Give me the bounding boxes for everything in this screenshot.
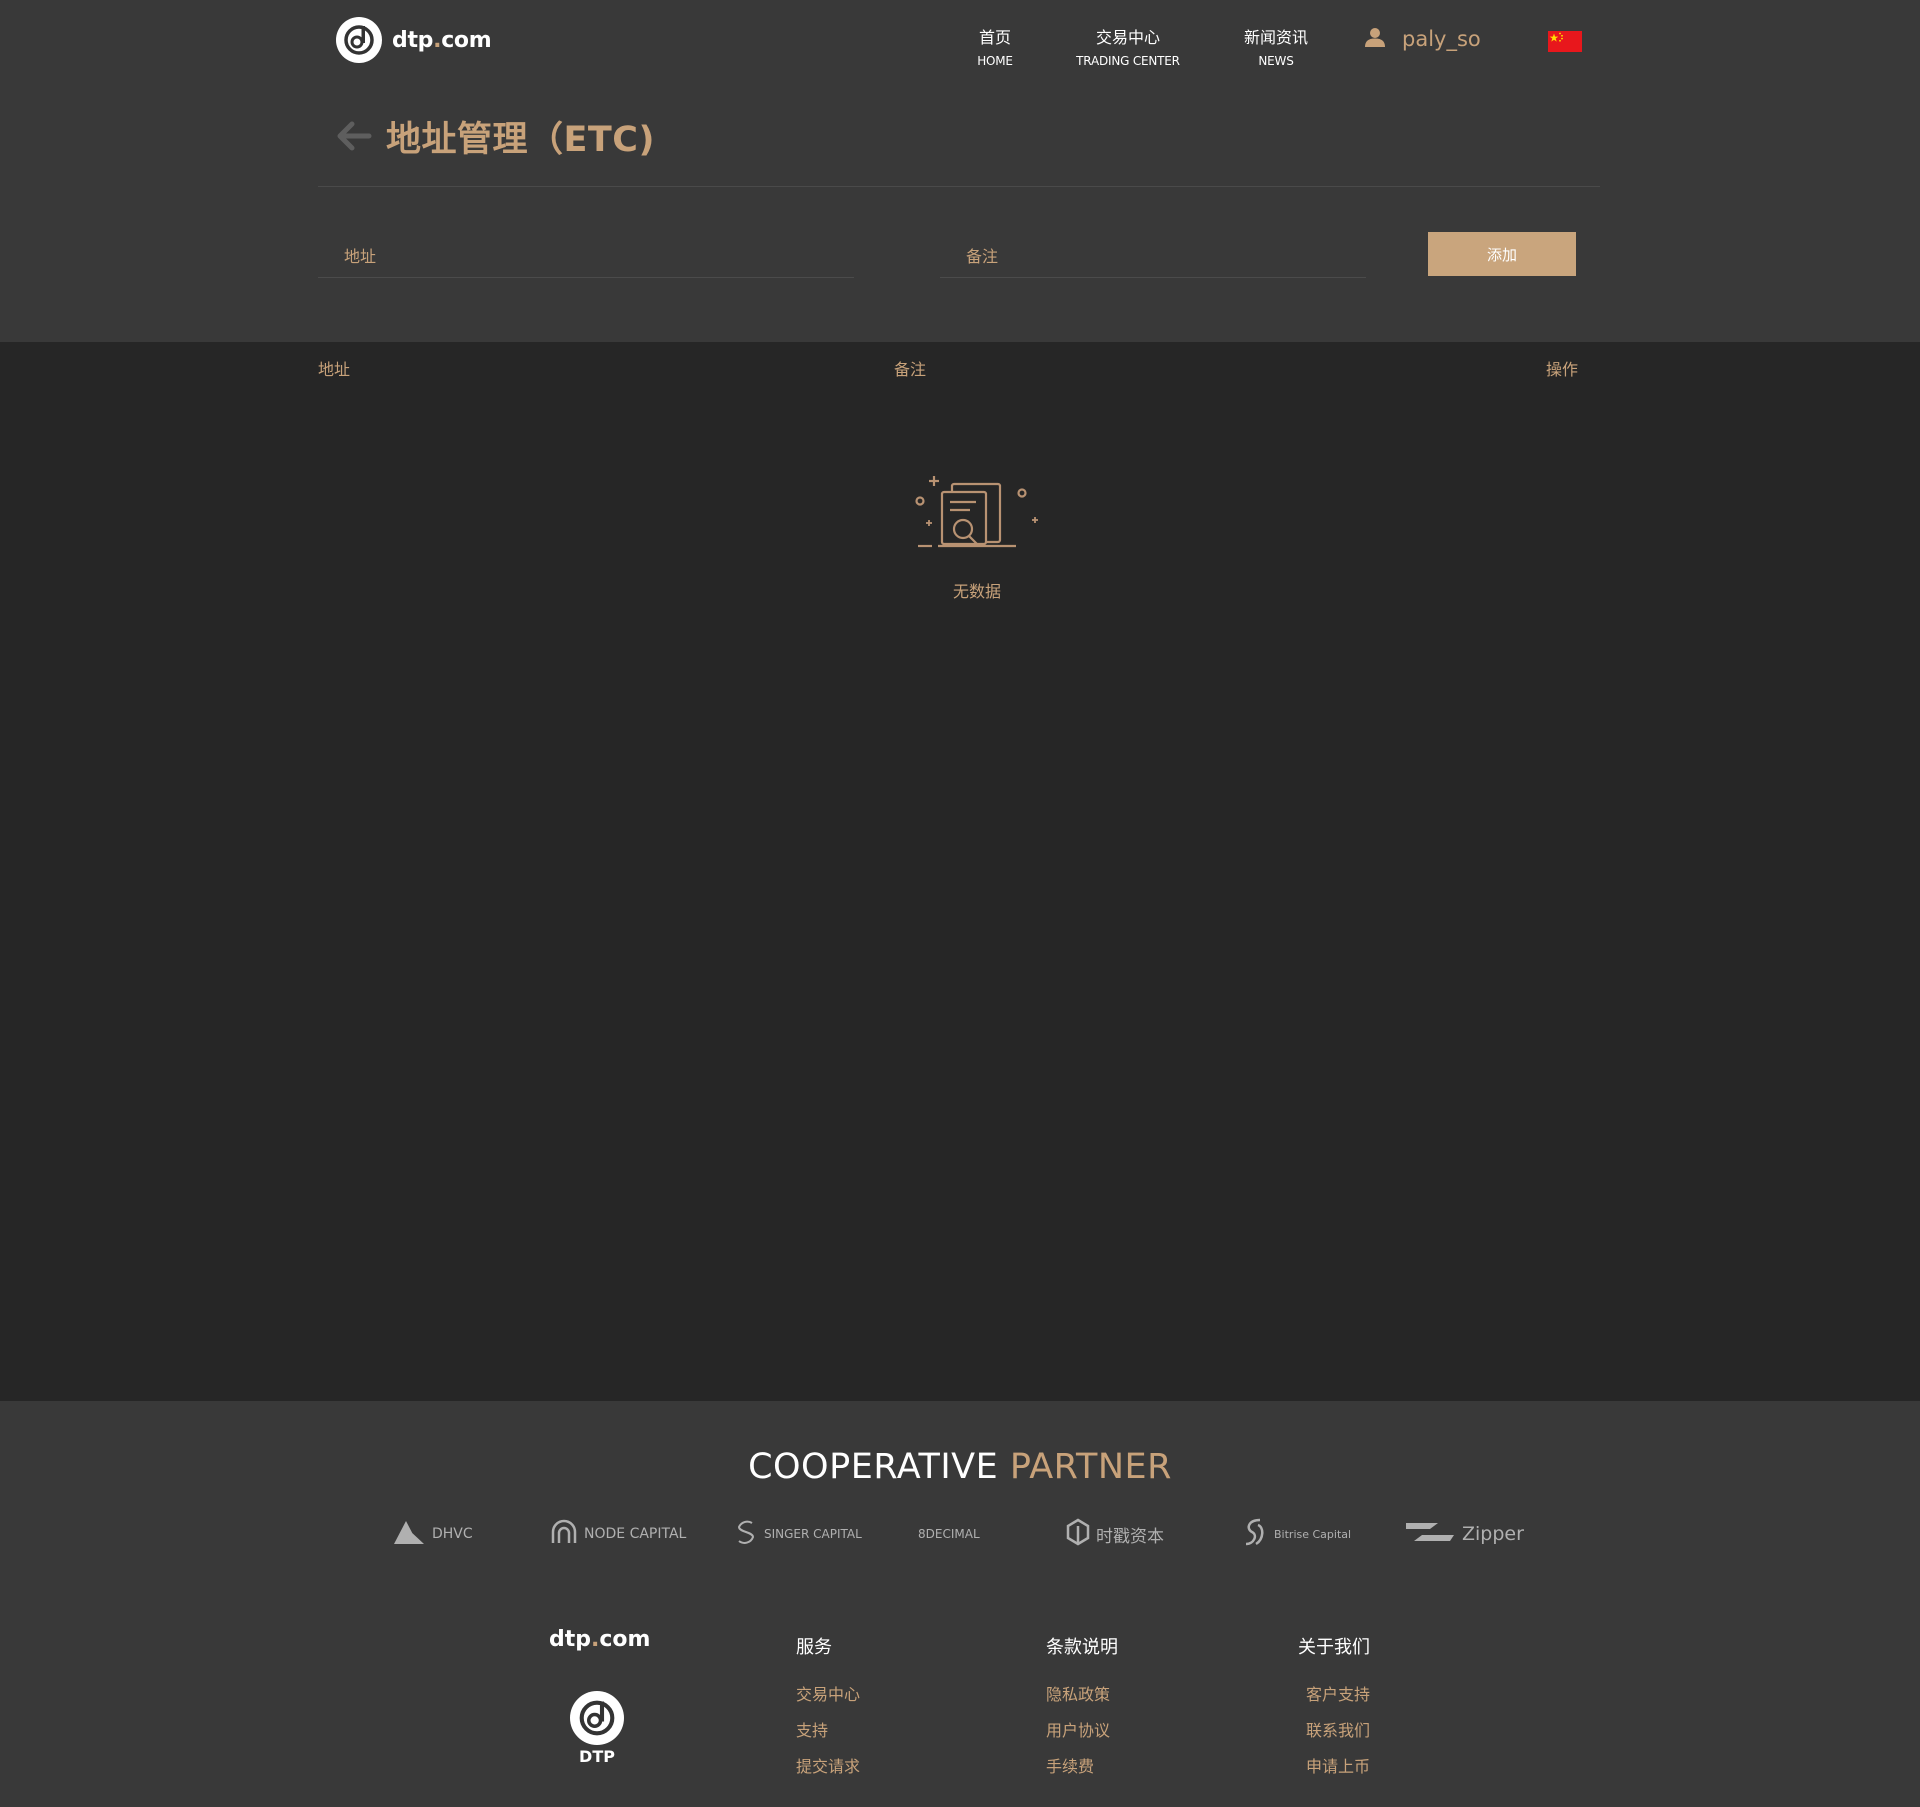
user-icon [1364, 26, 1386, 52]
partner-name: 时戳资本 [1096, 1526, 1164, 1547]
footer-column-title: 关于我们 [1298, 1637, 1370, 1658]
timestamp-capital-icon [1066, 1518, 1090, 1550]
footer-column-service: 服务 交易中心 支持 提交请求 [796, 1633, 860, 1792]
footer-link-apply-listing[interactable]: 申请上币 [1298, 1756, 1370, 1778]
nav-home-label: 首页 [978, 28, 1011, 47]
remark-field [940, 236, 1366, 278]
column-header-remark: 备注 [894, 360, 927, 379]
logo-text-post: com [441, 27, 492, 53]
partner-logo-singer-capital[interactable]: SINGER CAPITAL [734, 1514, 862, 1554]
logo-text: dtp.com [392, 27, 492, 53]
empty-text: 无数据 [952, 582, 1001, 601]
partner-name: Zipper [1462, 1523, 1524, 1545]
site-logo[interactable]: dtp.com [336, 16, 492, 64]
page-title: 地址管理（ETC) [386, 119, 655, 160]
nav-trading-center-label: 交易中心 [1095, 28, 1160, 47]
nav-home[interactable]: 首页 HOME [966, 24, 1024, 68]
dtp-logo-icon [336, 17, 382, 63]
nav-news-sublabel: NEWS [1258, 54, 1294, 68]
footer-logo-text[interactable]: dtp.com [549, 1627, 650, 1652]
footer-link-user-agreement[interactable]: 用户协议 [1046, 1720, 1118, 1742]
footer-link-trading-center[interactable]: 交易中心 [796, 1684, 860, 1706]
partner-name: DHVC [432, 1526, 473, 1542]
footer-logo-text-pre: dtp [549, 1627, 592, 1652]
partner-title-part2: PARTNER [1009, 1447, 1172, 1487]
add-button[interactable]: 添加 [1428, 232, 1576, 276]
partner-name: NODE CAPITAL [584, 1526, 687, 1542]
partner-logo-bitrise-capital[interactable]: Bitrise Capital [1242, 1514, 1351, 1554]
partner-name: SINGER CAPITAL [764, 1527, 862, 1541]
partner-title-part1: COOPERATIVE [748, 1447, 999, 1487]
nav-trading-center-sublabel: TRADING CENTER [1076, 54, 1180, 68]
partner-logo-zipper[interactable]: Zipper [1404, 1514, 1524, 1554]
footer-logo-text-post: com [599, 1627, 651, 1652]
bitrise-capital-icon [1242, 1517, 1268, 1551]
column-header-action: 操作 [1546, 360, 1579, 379]
footer-column-title: 服务 [796, 1637, 832, 1658]
logo-text-pre: dtp [392, 27, 434, 53]
user-menu[interactable]: paly_so [1364, 24, 1481, 54]
partner-name: 8DECIMAL [918, 1527, 980, 1541]
nav-home-sublabel: HOME [977, 54, 1013, 68]
nav-news-label: 新闻资讯 [1243, 28, 1308, 47]
footer-column-terms: 条款说明 隐私政策 用户协议 手续费 [1046, 1633, 1118, 1792]
footer-link-contact-us[interactable]: 联系我们 [1298, 1720, 1370, 1742]
partner-name: Bitrise Capital [1274, 1527, 1352, 1541]
address-field [318, 236, 854, 278]
partner-logo-dhvc[interactable]: DHVC [392, 1514, 473, 1554]
footer-column-title: 条款说明 [1046, 1637, 1118, 1658]
footer-column-about: 关于我们 客户支持 联系我们 申请上币 [1298, 1633, 1370, 1792]
empty-state: 无数据 [900, 470, 1054, 601]
dhvc-icon [392, 1518, 426, 1550]
partner-title: COOPERATIVE PARTNER [0, 1447, 1920, 1487]
back-arrow-icon[interactable] [336, 121, 372, 151]
footer-link-submit-request[interactable]: 提交请求 [796, 1756, 860, 1778]
logo-text-dot: . [433, 27, 442, 53]
user-name: paly_so [1402, 27, 1481, 51]
top-panel: dtp.com 首页 HOME 交易中心 TRADING CENTER 新闻资讯… [0, 0, 1920, 342]
partner-logo-node-capital[interactable]: NODE CAPITAL [550, 1514, 686, 1554]
footer-link-privacy-policy[interactable]: 隐私政策 [1046, 1684, 1118, 1706]
partner-logo-8decimal[interactable]: 8DECIMAL [918, 1514, 980, 1554]
header: dtp.com 首页 HOME 交易中心 TRADING CENTER 新闻资讯… [0, 0, 1920, 90]
node-capital-icon [550, 1519, 578, 1549]
footer-brand: DTP [579, 1747, 615, 1766]
column-header-address: 地址 [318, 360, 351, 379]
address-input[interactable] [318, 236, 854, 276]
remark-input[interactable] [940, 236, 1366, 276]
nav-trading-center[interactable]: 交易中心 TRADING CENTER [1072, 24, 1184, 68]
footer: COOPERATIVE PARTNER DHVC NODE CAPITAL SI… [0, 1401, 1920, 1807]
footer-link-fees[interactable]: 手续费 [1046, 1756, 1118, 1778]
nav-news[interactable]: 新闻资讯 NEWS [1234, 24, 1318, 68]
singer-capital-icon [734, 1518, 758, 1550]
page-heading: 地址管理（ETC) [336, 108, 655, 164]
footer-dtp-logo-icon [570, 1691, 624, 1745]
partner-logo-timestamp-capital[interactable]: 时戳资本 [1066, 1514, 1164, 1554]
footer-link-support[interactable]: 支持 [796, 1720, 860, 1742]
china-flag-icon[interactable] [1548, 31, 1582, 52]
footer-link-customer-support[interactable]: 客户支持 [1298, 1684, 1370, 1706]
zipper-icon [1404, 1521, 1456, 1547]
no-data-icon [912, 470, 1042, 564]
divider [318, 186, 1600, 187]
